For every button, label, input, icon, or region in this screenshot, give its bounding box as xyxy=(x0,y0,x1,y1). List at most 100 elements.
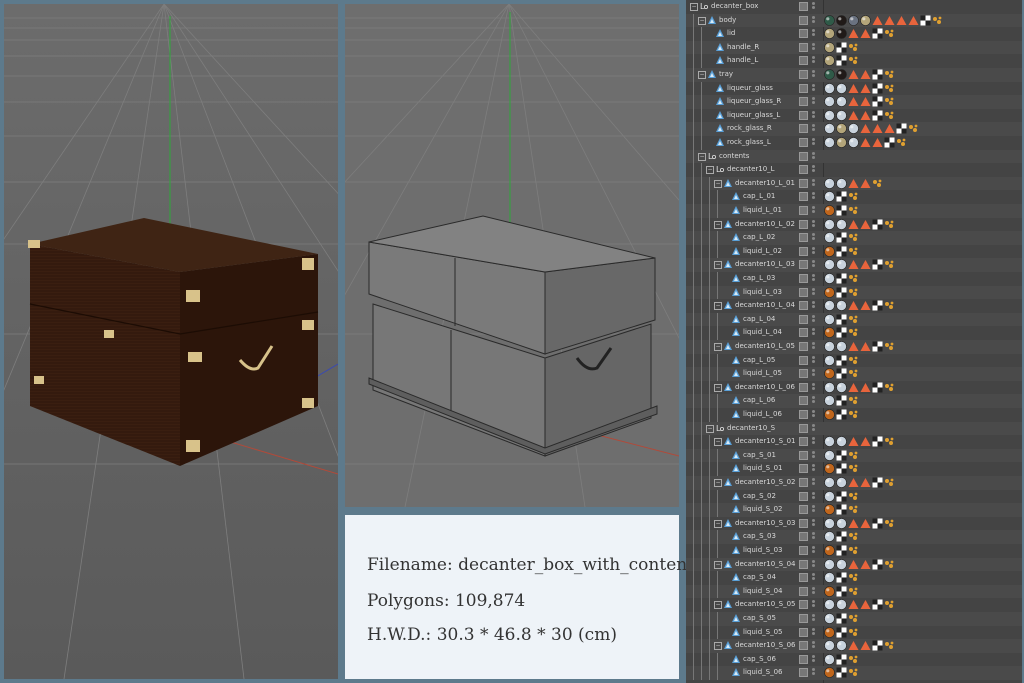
display-toggle-icon[interactable] xyxy=(799,97,808,107)
display-toggle-icon[interactable] xyxy=(799,396,808,406)
visibility-dots-icon[interactable] xyxy=(812,464,815,473)
phong-tag-icon[interactable] xyxy=(860,341,871,352)
material-tag-icon[interactable] xyxy=(848,123,859,135)
material-tag-icon[interactable] xyxy=(824,517,835,529)
uvw-tag-icon[interactable] xyxy=(872,83,883,94)
uvw-tag-icon[interactable] xyxy=(836,191,847,202)
material-tag-icon[interactable] xyxy=(824,572,835,583)
uvw-tag-icon[interactable] xyxy=(872,219,883,230)
visibility-dots-icon[interactable] xyxy=(812,654,815,664)
material-tag-icon[interactable] xyxy=(824,232,835,243)
selection-tag-icon[interactable] xyxy=(908,123,919,134)
uvw-tag-icon[interactable] xyxy=(872,259,883,270)
material-tag-icon[interactable] xyxy=(824,395,835,407)
object-row[interactable]: cap_L_02 xyxy=(686,231,1022,245)
visibility-dots-icon[interactable] xyxy=(812,641,815,650)
selection-tag-icon[interactable] xyxy=(884,382,895,393)
wireframe-viewport-canvas[interactable] xyxy=(345,4,679,507)
object-row[interactable]: liquid_S_01 xyxy=(686,462,1022,476)
object-name[interactable]: decanter10_L xyxy=(727,165,775,173)
visibility-dots-icon[interactable] xyxy=(812,382,815,392)
selection-tag-icon[interactable] xyxy=(848,42,859,53)
selection-tag-icon[interactable] xyxy=(872,178,883,189)
selection-tag-icon[interactable] xyxy=(848,531,859,542)
selection-tag-icon[interactable] xyxy=(848,409,859,420)
visibility-dots-icon[interactable] xyxy=(812,260,815,269)
object-name[interactable]: liquid_S_01 xyxy=(743,464,783,472)
selection-tag-icon[interactable] xyxy=(848,287,859,298)
object-row[interactable]: handle_R xyxy=(686,40,1022,55)
object-row[interactable]: − decanter10_S_03 xyxy=(686,516,1022,531)
object-row[interactable]: − decanter10_S_02 xyxy=(686,476,1022,490)
collapse-toggle-icon[interactable]: − xyxy=(714,302,722,311)
selection-tag-icon[interactable] xyxy=(848,232,859,243)
uvw-tag-icon[interactable] xyxy=(836,355,847,366)
visibility-dots-icon[interactable] xyxy=(812,668,815,677)
material-tag-icon[interactable] xyxy=(824,463,835,475)
collapse-toggle-icon[interactable]: − xyxy=(714,179,722,188)
visibility-dots-icon[interactable] xyxy=(812,178,815,188)
uvw-tag-icon[interactable] xyxy=(836,531,847,542)
material-tag-icon[interactable] xyxy=(824,96,835,107)
uvw-tag-icon[interactable] xyxy=(836,613,847,624)
uvw-tag-icon[interactable] xyxy=(836,205,847,216)
collapse-toggle-icon[interactable]: − xyxy=(706,166,714,175)
display-toggle-icon[interactable] xyxy=(799,15,808,25)
uvw-tag-icon[interactable] xyxy=(872,640,883,651)
display-toggle-icon[interactable] xyxy=(799,641,808,651)
phong-tag-icon[interactable] xyxy=(860,110,871,121)
collapse-toggle-icon[interactable]: − xyxy=(714,383,722,392)
visibility-dots-icon[interactable] xyxy=(812,97,815,106)
material-tag-icon[interactable] xyxy=(824,381,835,393)
visibility-dots-icon[interactable] xyxy=(812,410,815,419)
object-row[interactable]: − decanter10_L_06 xyxy=(686,380,1022,395)
selection-tag-icon[interactable] xyxy=(884,477,895,488)
object-name[interactable]: handle_R xyxy=(727,43,759,51)
object-row[interactable]: lid xyxy=(686,27,1022,41)
visibility-dots-icon[interactable] xyxy=(812,219,815,229)
phong-tag-icon[interactable] xyxy=(848,518,859,529)
object-name[interactable]: decanter_box xyxy=(711,2,758,10)
object-row[interactable]: liquid_L_06 xyxy=(686,408,1022,422)
material-tag-icon[interactable] xyxy=(836,28,847,39)
material-tag-icon[interactable] xyxy=(824,585,835,597)
collapse-toggle-icon[interactable]: − xyxy=(714,642,722,651)
object-row[interactable]: cap_L_06 xyxy=(686,394,1022,408)
display-toggle-icon[interactable] xyxy=(799,505,808,515)
object-name[interactable]: cap_S_05 xyxy=(743,614,776,622)
object-name[interactable]: cap_S_06 xyxy=(743,655,776,663)
object-row[interactable]: liquid_L_05 xyxy=(686,367,1022,381)
visibility-dots-icon[interactable] xyxy=(812,600,815,609)
object-name[interactable]: cap_S_01 xyxy=(743,451,776,459)
object-name[interactable]: liquid_S_04 xyxy=(743,587,783,595)
object-name[interactable]: liquid_L_06 xyxy=(743,410,782,418)
selection-tag-icon[interactable] xyxy=(848,504,859,515)
object-name[interactable]: liquid_S_03 xyxy=(743,546,783,554)
material-tag-icon[interactable] xyxy=(824,490,835,502)
selection-tag-icon[interactable] xyxy=(884,28,895,39)
material-tag-icon[interactable] xyxy=(836,109,847,121)
object-row[interactable]: rock_glass_R xyxy=(686,122,1022,136)
phong-tag-icon[interactable] xyxy=(848,640,859,651)
object-name[interactable]: decanter10_S_06 xyxy=(735,641,796,649)
material-tag-icon[interactable] xyxy=(836,14,847,26)
uvw-tag-icon[interactable] xyxy=(872,599,883,610)
display-toggle-icon[interactable] xyxy=(799,478,808,487)
object-row[interactable]: − decanter10_S_01 xyxy=(686,435,1022,449)
object-row[interactable]: − decanter10_S_06 xyxy=(686,639,1022,653)
display-toggle-icon[interactable] xyxy=(799,314,808,324)
selection-tag-icon[interactable] xyxy=(848,395,859,406)
material-tag-icon[interactable] xyxy=(824,259,835,271)
object-row[interactable]: cap_S_03 xyxy=(686,530,1022,544)
visibility-dots-icon[interactable] xyxy=(812,342,815,351)
visibility-dots-icon[interactable] xyxy=(812,627,815,637)
material-tag-icon[interactable] xyxy=(824,545,835,556)
object-row[interactable]: liquid_S_03 xyxy=(686,544,1022,558)
object-name[interactable]: cap_L_06 xyxy=(743,396,775,404)
material-tag-icon[interactable] xyxy=(836,82,847,94)
object-name[interactable]: decanter10_S_02 xyxy=(735,478,796,486)
uvw-tag-icon[interactable] xyxy=(836,42,847,53)
visibility-dots-icon[interactable] xyxy=(812,301,815,310)
visibility-dots-icon[interactable] xyxy=(812,233,815,242)
object-name[interactable]: cap_L_05 xyxy=(743,356,775,364)
